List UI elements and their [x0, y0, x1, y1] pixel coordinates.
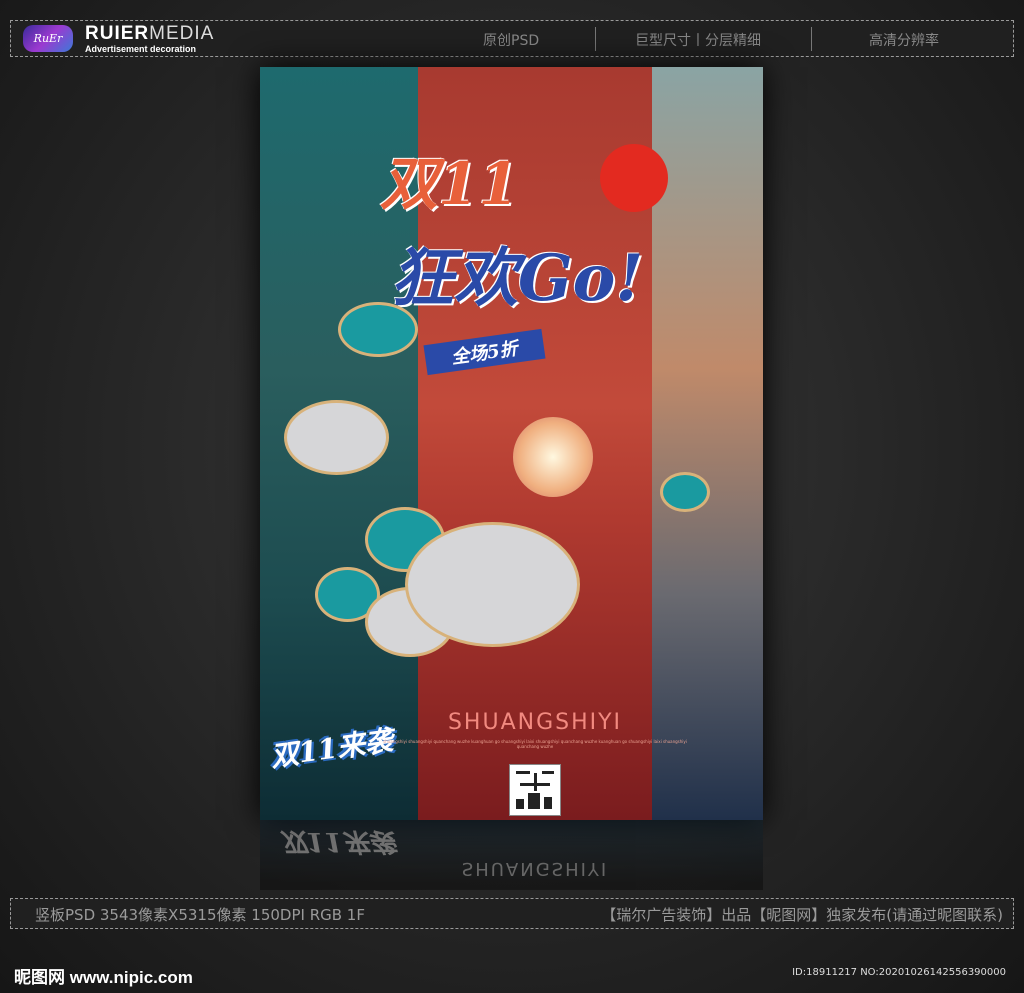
feature-high-res: 高清分辨率 — [869, 33, 939, 49]
brand-bold: RUIER — [85, 23, 150, 44]
qr-code-icon — [509, 764, 561, 816]
brand-light: MEDIA — [149, 23, 215, 44]
ruier-logo: RuEr — [23, 25, 73, 52]
image-id: ID:18911217 NO:20201026142556390000 — [792, 967, 1006, 978]
nipic-watermark: 昵图网 www.nipic.com — [14, 968, 193, 987]
top-info-bar: RuEr RUIERMEDIA Advertisement decoration… — [10, 20, 1014, 57]
white-cloud-large — [405, 522, 580, 647]
brand-subtitle: Advertisement decoration — [85, 44, 197, 54]
poster-title-line2: 狂欢Go! — [390, 241, 644, 316]
brand-name: RUIERMEDIA — [85, 23, 214, 45]
poster-preview: 双11 狂欢Go! 全场5折 双11来袭 SHUANGSHIYI shuangs… — [260, 67, 763, 820]
feature-large-size: 巨型尺寸丨分层精细 — [635, 33, 761, 49]
reflected-english: SHUANGSHIYI — [461, 858, 609, 879]
panel-blue — [652, 67, 763, 820]
teal-cloud — [660, 472, 710, 512]
red-sun — [600, 144, 668, 212]
file-spec: 竖板PSD 3543像素X5315像素 150DPI RGB 1F — [35, 906, 365, 924]
feature-original-psd: 原创PSD — [483, 33, 540, 49]
white-cloud — [284, 400, 389, 475]
divider — [811, 27, 812, 51]
reflected-slogan: 双11来袭 — [280, 826, 395, 856]
english-title: SHUANGSHIYI — [447, 710, 623, 735]
bottom-info-bar: 竖板PSD 3543像素X5315像素 150DPI RGB 1F 【瑞尔广告装… — [10, 898, 1014, 929]
credit-text: 【瑞尔广告装饰】出品【昵图网】独家发布(请通过昵图联系) — [601, 906, 1003, 924]
glowing-moon — [513, 417, 593, 497]
small-pinyin-text: shuangshiyi shuangshiyi quanchang wuzhe … — [383, 739, 687, 749]
teal-cloud — [338, 302, 418, 357]
poster-reflection: 双11来袭 SHUANGSHIYI — [260, 820, 763, 890]
divider — [595, 27, 596, 51]
poster-title-line1: 双11 — [380, 150, 519, 218]
